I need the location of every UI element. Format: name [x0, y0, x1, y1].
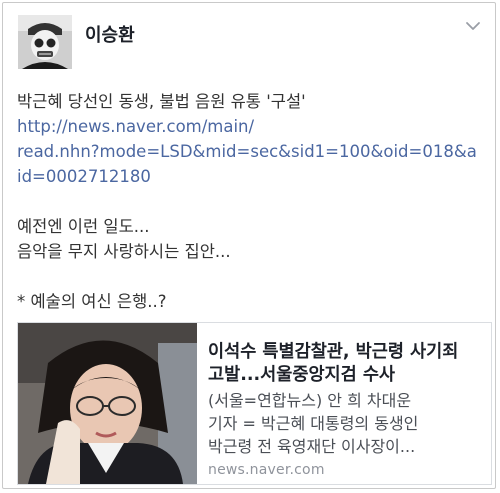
post-link-line[interactable]: read.nhn?mode=LSD&mid=sec&sid1=100&oid=0… [17, 139, 489, 164]
link-preview-image[interactable] [18, 323, 197, 484]
link-preview-description: 기자 = 박근혜 대통령의 동생인 [208, 414, 419, 433]
post-link[interactable]: http://news.naver.com/main/ read.nhn?mod… [17, 114, 489, 189]
post-footnote: * 예술의 여신 은행..? [17, 292, 167, 311]
author-name[interactable]: 이승환 [85, 21, 135, 47]
chevron-down-icon[interactable] [461, 15, 485, 39]
link-preview-card[interactable]: 이석수 특별감찰관, 박근령 사기죄 고발...서울중앙지검 수사 (서울=연합… [17, 322, 492, 485]
post-status-text: 박근혜 당선인 동생, 불법 음원 유통 '구설' http://news.na… [17, 89, 489, 314]
post-comment-line: 음악을 무지 사랑하시는 집안... [17, 242, 231, 261]
avatar-image [18, 15, 72, 69]
link-preview-domain: news.naver.com [208, 462, 325, 478]
link-preview-description: 박근령 전 육영재단 이사장이... [208, 437, 416, 456]
facebook-post: 이승환 박근혜 당선인 동생, 불법 음원 유통 '구설' http://new… [2, 2, 496, 489]
link-preview-title[interactable]: 이석수 특별감찰관, 박근령 사기죄 [208, 341, 488, 364]
link-preview-text[interactable]: 이석수 특별감찰관, 박근령 사기죄 고발...서울중앙지검 수사 (서울=연합… [208, 341, 488, 458]
link-preview-description: (서울=연합뉴스) 안 희 차대운 [208, 391, 412, 410]
post-link-line[interactable]: http://news.naver.com/main/ [17, 114, 489, 139]
post-link-line[interactable]: id=0002712180 [17, 164, 489, 189]
post-comment-line: 예전엔 이런 일도... [17, 217, 150, 236]
author-avatar[interactable] [18, 15, 72, 69]
post-headline: 박근혜 당선인 동생, 불법 음원 유통 '구설' [17, 92, 306, 111]
link-preview-title[interactable]: 고발...서울중앙지검 수사 [208, 364, 488, 387]
